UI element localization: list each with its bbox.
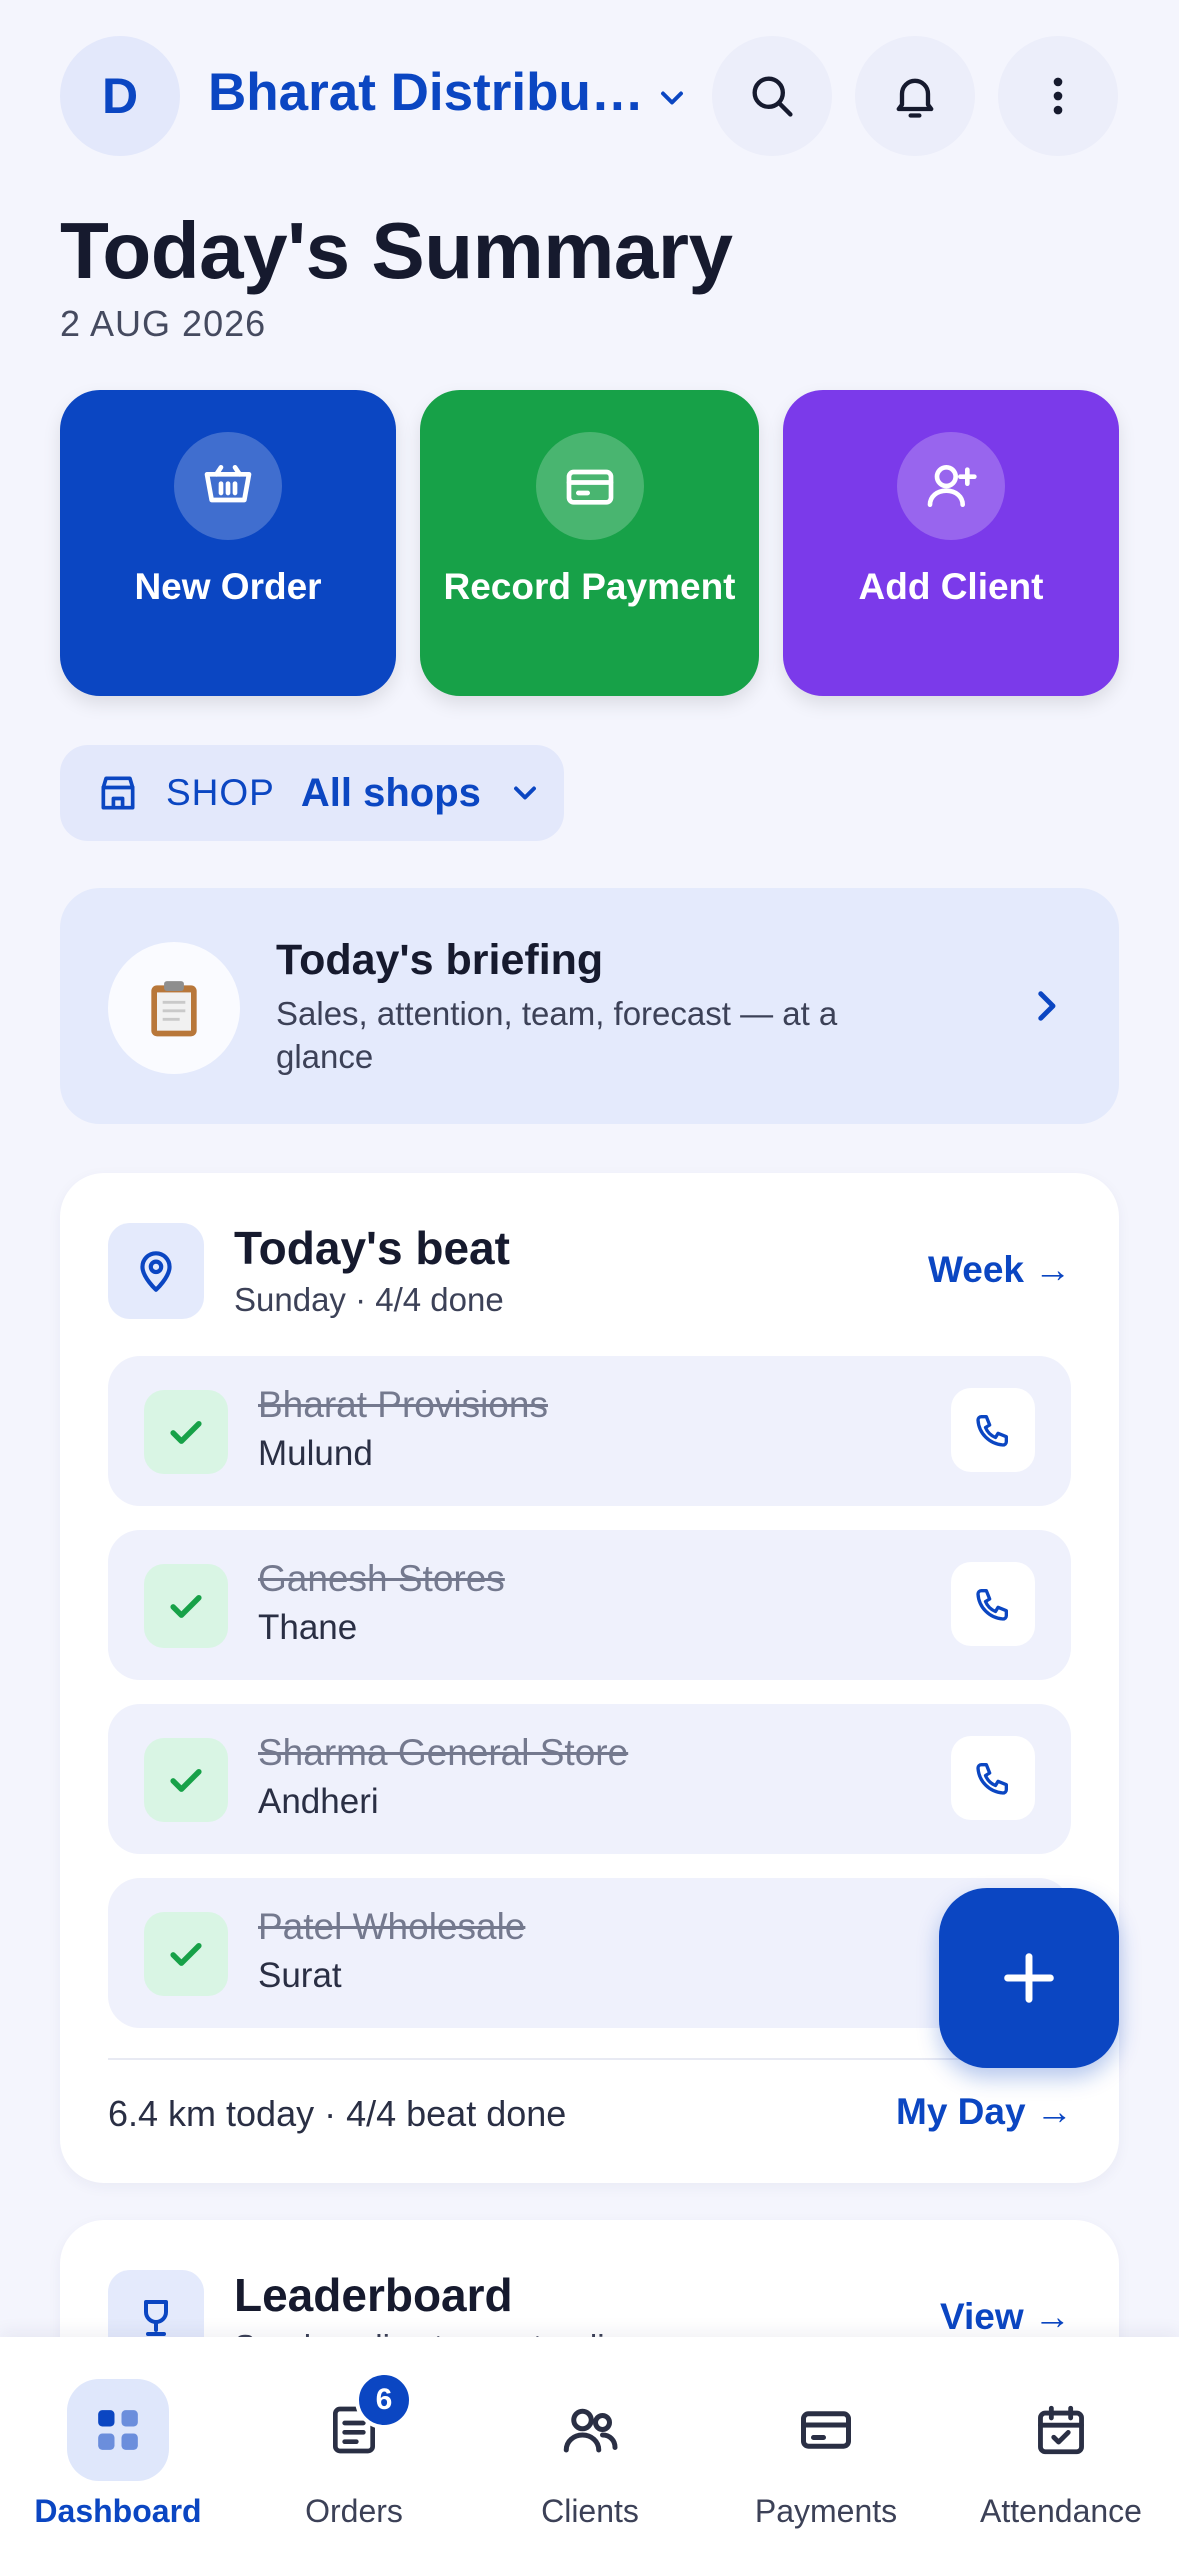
beat-shop-area: Thane — [258, 1608, 358, 1647]
avatar[interactable]: D — [60, 36, 180, 156]
search-button[interactable] — [712, 36, 832, 156]
beat-row[interactable]: Patel Wholesale Surat — [108, 1878, 1071, 2028]
page-title: Today's Summary — [60, 206, 733, 295]
nav-payments[interactable]: Payments — [708, 2337, 944, 2553]
call-button[interactable] — [951, 1388, 1035, 1472]
beat-subtitle: Sunday · 4/4 done — [234, 1281, 504, 1318]
nav-attendance[interactable]: Attendance — [943, 2337, 1179, 2553]
notifications-button[interactable] — [855, 36, 975, 156]
check-icon — [144, 1564, 228, 1648]
orders-badge: 6 — [355, 2371, 413, 2429]
beat-footer: 6.4 km today · 4/4 beat done — [108, 2093, 567, 2134]
phone-icon — [976, 1763, 1008, 1795]
card-icon — [801, 2411, 851, 2449]
phone-icon — [976, 1415, 1008, 1447]
check-icon — [144, 1738, 228, 1822]
nav-orders[interactable]: 6 Orders — [236, 2337, 472, 2553]
beat-shop-name: Patel Wholesale — [258, 1906, 526, 1947]
divider — [108, 2058, 1071, 2060]
add-user-icon — [927, 465, 977, 507]
nav-label: Dashboard — [34, 2493, 202, 2529]
add-client-button[interactable]: Add Client — [783, 390, 1119, 696]
nav-label: Clients — [541, 2493, 639, 2529]
add-fab-button[interactable] — [939, 1888, 1119, 2068]
plus-icon — [1004, 1953, 1054, 2003]
beat-shop-name: Ganesh Stores — [258, 1558, 505, 1599]
nav-label: Attendance — [980, 2493, 1142, 2529]
briefing-subtitle: Sales, attention, team, forecast — at a … — [276, 995, 838, 1075]
shop-key: SHOP — [166, 772, 275, 813]
more-vertical-icon — [1053, 77, 1063, 115]
new-order-button[interactable]: New Order — [60, 390, 396, 696]
chevron-down-icon — [513, 786, 536, 800]
map-pin-icon — [108, 1223, 204, 1319]
search-icon — [752, 76, 793, 117]
clipboard-icon — [108, 942, 240, 1074]
call-button[interactable] — [951, 1562, 1035, 1646]
briefing-card[interactable]: Today's briefing Sales, attention, team,… — [60, 888, 1119, 1124]
week-link[interactable]: Week → — [928, 1249, 1071, 1291]
card-icon — [566, 469, 613, 505]
nav-dashboard[interactable]: Dashboard — [0, 2337, 236, 2553]
beat-shop-area: Surat — [258, 1956, 342, 1995]
chevron-down-icon[interactable] — [654, 80, 690, 116]
chevron-right-icon — [1038, 991, 1056, 1021]
check-icon — [144, 1390, 228, 1474]
store-icon — [101, 776, 135, 810]
beat-shop-name: Bharat Provisions — [258, 1384, 548, 1425]
check-icon — [144, 1912, 228, 1996]
record-payment-label: Record Payment — [443, 566, 736, 607]
calendar-check-icon — [1038, 2405, 1084, 2455]
beat-shop-name: Sharma General Store — [258, 1732, 629, 1773]
users-icon — [563, 2408, 618, 2453]
view-link[interactable]: View → — [940, 2296, 1071, 2338]
beat-shop-area: Mulund — [258, 1434, 373, 1473]
phone-icon — [976, 1589, 1008, 1621]
record-payment-button[interactable]: Record Payment — [420, 390, 759, 696]
add-client-label: Add Client — [858, 566, 1044, 607]
more-button[interactable] — [998, 36, 1118, 156]
my-day-link[interactable]: My Day → — [896, 2091, 1073, 2133]
beat-title: Today's beat — [234, 1222, 510, 1274]
shop-value: All shops — [300, 770, 481, 815]
nav-label: Orders — [305, 2493, 403, 2529]
briefing-title: Today's briefing — [276, 936, 604, 984]
basket-icon — [204, 465, 252, 503]
beat-row[interactable]: Sharma General Store Andheri — [108, 1704, 1071, 1854]
leaderboard-title: Leaderboard — [234, 2269, 513, 2321]
bottom-nav: Dashboard 6 Orders Clients Payments Atte… — [0, 2337, 1179, 2553]
org-name[interactable]: Bharat Distribu… — [208, 62, 644, 123]
beat-row[interactable]: Ganesh Stores Thane — [108, 1530, 1071, 1680]
nav-clients[interactable]: Clients — [472, 2337, 708, 2553]
grid-icon — [98, 2410, 138, 2450]
nav-label: Payments — [754, 2493, 898, 2529]
shop-selector[interactable]: SHOP All shops — [60, 745, 564, 841]
page-date: 2 AUG 2026 — [60, 303, 267, 344]
new-order-label: New Order — [134, 566, 322, 607]
bell-icon — [896, 78, 934, 118]
beat-row[interactable]: Bharat Provisions Mulund — [108, 1356, 1071, 1506]
call-button[interactable] — [951, 1736, 1035, 1820]
beat-shop-area: Andheri — [258, 1782, 379, 1821]
